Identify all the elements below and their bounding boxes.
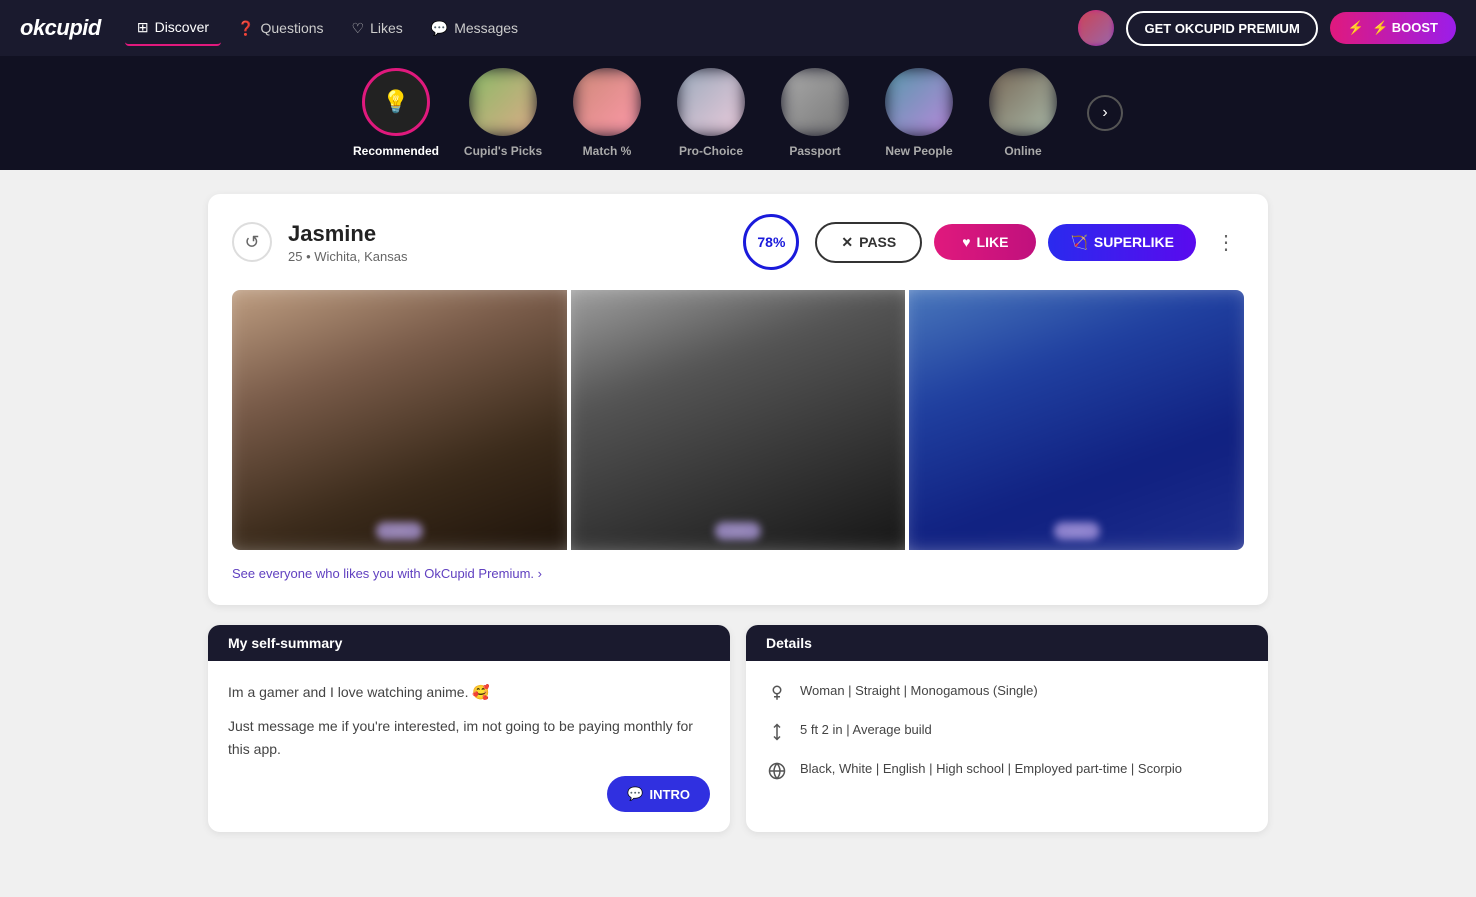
- premium-promo[interactable]: See everyone who likes you with OkCupid …: [232, 566, 1244, 581]
- like-button[interactable]: ♥ LIKE: [934, 224, 1036, 260]
- detail-text-height: 5 ft 2 in | Average build: [800, 720, 932, 740]
- detail-text-background: Black, White | English | High school | E…: [800, 759, 1182, 779]
- questions-icon: ❓: [237, 20, 254, 37]
- recommended-icon-wrap: 💡: [362, 68, 430, 136]
- category-recommended[interactable]: 💡 Recommended: [353, 68, 439, 158]
- detail-row-height: 5 ft 2 in | Average build: [766, 720, 1248, 743]
- height-icon: [766, 721, 788, 743]
- category-pro-choice[interactable]: Pro-Choice: [671, 68, 751, 158]
- category-match[interactable]: Match %: [567, 68, 647, 158]
- pro-choice-thumb: [677, 68, 745, 136]
- passport-thumb: [781, 68, 849, 136]
- message-icon: 💬: [627, 786, 643, 802]
- details-section: Details Woman | Straight | Monogamous (S…: [746, 625, 1268, 832]
- details-header: Details: [746, 625, 1268, 661]
- photo-3[interactable]: ·····: [909, 290, 1244, 550]
- photo-2-tag: ·····: [715, 522, 761, 540]
- superlike-button[interactable]: 🏹 SUPERLIKE: [1048, 224, 1196, 261]
- pass-button[interactable]: ✕ PASS: [815, 222, 922, 263]
- profile-info: Jasmine 25 • Wichita, Kansas: [288, 221, 727, 264]
- intro-btn-wrap: 💬 INTRO: [228, 776, 710, 812]
- more-options-button[interactable]: ⋮: [1208, 226, 1244, 259]
- photo-grid: ····· ····· ·····: [232, 290, 1244, 550]
- cupids-picks-thumb: [469, 68, 537, 136]
- nav-likes[interactable]: ♡ Likes: [340, 12, 415, 45]
- nav-messages[interactable]: 💬 Messages: [419, 12, 530, 45]
- globe-icon: [766, 760, 788, 782]
- new-people-thumb: [885, 68, 953, 136]
- photo-2[interactable]: ·····: [571, 290, 906, 550]
- premium-button[interactable]: GET OKCUPID PREMIUM: [1126, 11, 1317, 46]
- intro-button[interactable]: 💬 INTRO: [607, 776, 710, 812]
- detail-row-background: Black, White | English | High school | E…: [766, 759, 1248, 782]
- details-body: Woman | Straight | Monogamous (Single) 5…: [746, 661, 1268, 802]
- nav-links: ⊞ Discover ❓ Questions ♡ Likes 💬 Message…: [125, 11, 1055, 46]
- likes-icon: ♡: [352, 20, 365, 37]
- category-bar: 💡 Recommended Cupid's Picks Match % Pro-…: [0, 56, 1476, 170]
- boost-button[interactable]: ⚡ ⚡ BOOST: [1330, 12, 1456, 44]
- x-icon: ✕: [841, 234, 853, 251]
- main-content: ↺ Jasmine 25 • Wichita, Kansas 78% ✕ PAS…: [188, 194, 1288, 832]
- category-cupids-picks[interactable]: Cupid's Picks: [463, 68, 543, 158]
- photo-3-tag: ·····: [1053, 522, 1099, 540]
- summary-line-2: Just message me if you're interested, im…: [228, 715, 710, 760]
- profile-sections: My self-summary Im a gamer and I love wa…: [208, 625, 1268, 832]
- nav-questions[interactable]: ❓ Questions: [225, 12, 335, 45]
- detail-row-gender: Woman | Straight | Monogamous (Single): [766, 681, 1248, 704]
- undo-button[interactable]: ↺: [232, 222, 272, 262]
- self-summary-section: My self-summary Im a gamer and I love wa…: [208, 625, 730, 832]
- premium-promo-link[interactable]: See everyone who likes you with OkCupid …: [232, 566, 542, 581]
- category-passport[interactable]: Passport: [775, 68, 855, 158]
- self-summary-header: My self-summary: [208, 625, 730, 661]
- match-thumb: [573, 68, 641, 136]
- heart-icon: ♥: [962, 234, 970, 250]
- messages-icon: 💬: [431, 20, 448, 37]
- photo-1[interactable]: ·····: [232, 290, 567, 550]
- category-new-people[interactable]: New People: [879, 68, 959, 158]
- match-percentage: 78%: [743, 214, 799, 270]
- summary-line-1: Im a gamer and I love watching anime. 🥰: [228, 681, 710, 703]
- profile-header: ↺ Jasmine 25 • Wichita, Kansas 78% ✕ PAS…: [232, 214, 1244, 270]
- discover-icon: ⊞: [137, 19, 149, 36]
- nav-right: GET OKCUPID PREMIUM ⚡ ⚡ BOOST: [1078, 10, 1456, 46]
- self-summary-text: Im a gamer and I love watching anime. 🥰 …: [228, 681, 710, 760]
- superlike-icon: 🏹: [1070, 234, 1087, 251]
- action-buttons: ✕ PASS ♥ LIKE 🏹 SUPERLIKE ⋮: [815, 222, 1244, 263]
- boost-icon: ⚡: [1348, 20, 1364, 36]
- details-list: Woman | Straight | Monogamous (Single) 5…: [766, 681, 1248, 782]
- user-avatar[interactable]: [1078, 10, 1114, 46]
- profile-card: ↺ Jasmine 25 • Wichita, Kansas 78% ✕ PAS…: [208, 194, 1268, 605]
- nav-discover[interactable]: ⊞ Discover: [125, 11, 221, 46]
- app-logo: okcupid: [20, 15, 101, 41]
- self-summary-body: Im a gamer and I love watching anime. 🥰 …: [208, 661, 730, 832]
- category-next-button[interactable]: ›: [1087, 95, 1123, 131]
- top-navigation: okcupid ⊞ Discover ❓ Questions ♡ Likes 💬…: [0, 0, 1476, 56]
- category-online[interactable]: Online: [983, 68, 1063, 158]
- photo-1-tag: ·····: [376, 522, 422, 540]
- heart-bulb-icon: 💡: [382, 89, 409, 115]
- profile-location: 25 • Wichita, Kansas: [288, 249, 727, 264]
- gender-icon: [766, 682, 788, 704]
- online-thumb: [989, 68, 1057, 136]
- detail-text-gender: Woman | Straight | Monogamous (Single): [800, 681, 1038, 701]
- profile-name: Jasmine: [288, 221, 727, 247]
- undo-icon: ↺: [244, 232, 259, 253]
